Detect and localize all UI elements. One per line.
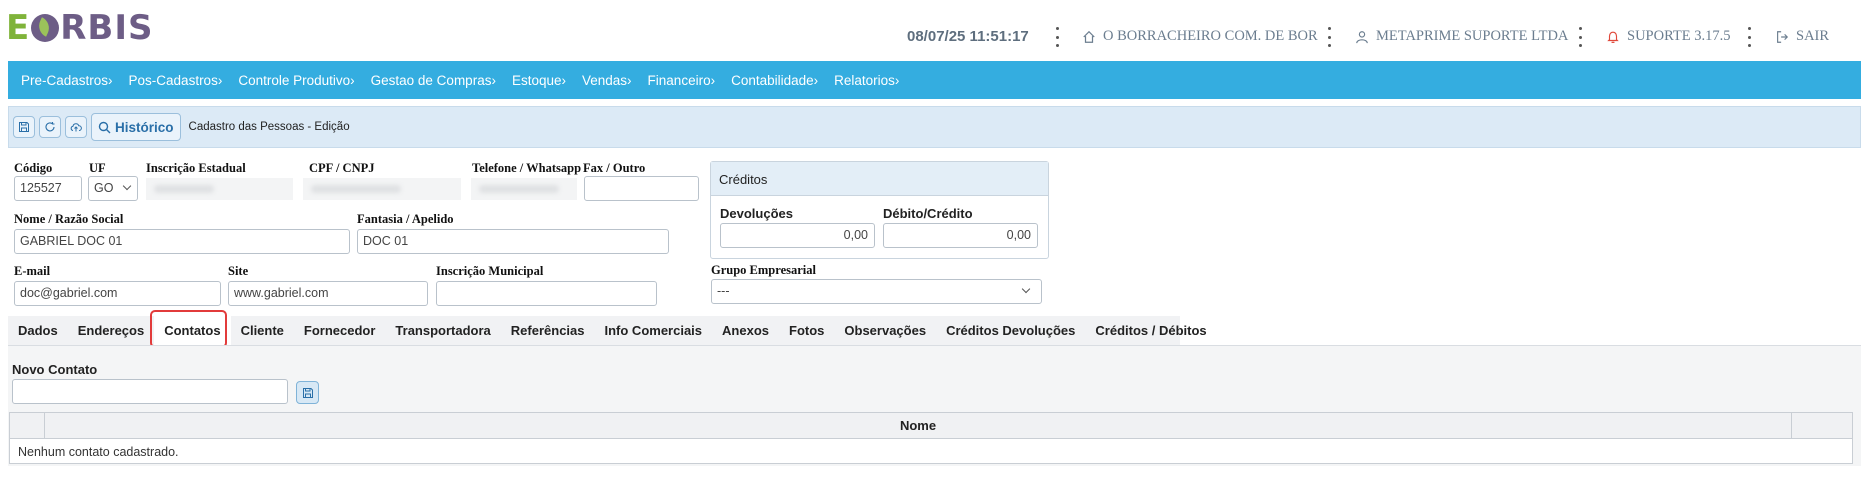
cloud-upload-button[interactable] <box>65 116 87 138</box>
inscricao-estadual-field[interactable] <box>146 178 293 200</box>
chevron-down-icon <box>1021 284 1031 294</box>
nav-item-gestao-de-compras[interactable]: Gestao de Compras› <box>371 73 496 88</box>
history-button[interactable]: Histórico <box>91 113 181 141</box>
datetime-display: 08/07/25 11:51:17 <box>907 28 1029 45</box>
fax-label: Fax / Outro <box>583 161 646 175</box>
kebab-menu-icon[interactable] <box>1577 27 1583 47</box>
active-tab-highlight <box>150 310 227 348</box>
refresh-icon <box>45 122 55 132</box>
tab-enderecos[interactable]: Endereços <box>68 316 154 345</box>
company-selector[interactable]: O BORRACHEIRO COM. DE BOR <box>1082 28 1318 45</box>
logout-button[interactable]: SAIR <box>1775 28 1829 45</box>
form-toolbar: Histórico Cadastro das Pessoas - Edição <box>8 106 1861 148</box>
fax-field[interactable] <box>584 176 699 201</box>
user-name: METAPRIME SUPORTE LTDA <box>1376 28 1569 44</box>
kebab-menu-icon[interactable] <box>1746 27 1752 47</box>
tab-cliente[interactable]: Cliente <box>231 316 294 345</box>
fantasia-field[interactable]: DOC 01 <box>357 229 669 254</box>
form-title: Cadastro das Pessoas - Edição <box>188 121 350 133</box>
save-contact-button[interactable] <box>296 381 319 404</box>
tab-observacoes[interactable]: Observações <box>834 316 936 345</box>
email-field[interactable]: doc@gabriel.com <box>14 281 221 306</box>
tab-referencias[interactable]: Referências <box>501 316 595 345</box>
user-menu[interactable]: METAPRIME SUPORTE LTDA <box>1355 28 1568 45</box>
logout-icon <box>1777 30 1789 43</box>
nav-item-pos-cadastros[interactable]: Pos-Cadastros› <box>129 73 223 88</box>
grupo-empresarial-value: --- <box>717 284 730 298</box>
site-label: Site <box>228 264 249 278</box>
tab-fornecedor[interactable]: Fornecedor <box>294 316 386 345</box>
logout-label: SAIR <box>1796 28 1830 44</box>
devolucoes-label: Devoluções <box>720 206 793 221</box>
tab-dados[interactable]: Dados <box>8 316 68 345</box>
email-label: E-mail <box>14 264 51 278</box>
novo-contato-field[interactable] <box>12 379 288 404</box>
codigo-field[interactable]: 125527 <box>14 176 82 201</box>
bell-icon <box>1607 31 1619 43</box>
nav-item-financeiro[interactable]: Financeiro› <box>648 73 716 88</box>
tab-info-comerciais[interactable]: Info Comerciais <box>595 316 713 345</box>
uf-value: GO <box>94 181 114 195</box>
nav-item-pre-cadastros[interactable]: Pre-Cadastros› <box>21 73 113 88</box>
kebab-menu-icon[interactable] <box>1326 27 1332 47</box>
tab-creditos-debitos[interactable]: Créditos / Débitos <box>1085 316 1216 345</box>
chevron-down-icon <box>122 181 132 191</box>
nav-item-controle-produtivo[interactable]: Controle Produtivo› <box>238 73 354 88</box>
nav-item-contabilidade[interactable]: Contabilidade› <box>731 73 818 88</box>
save-icon <box>19 122 29 132</box>
tab-transportadora[interactable]: Transportadora <box>385 316 500 345</box>
contacts-table: Nome Nenhum contato cadastrado. <box>9 412 1853 464</box>
column-header-nome[interactable]: Nome <box>45 413 1792 439</box>
telefone-label: Telefone / Whatsapp <box>472 161 582 175</box>
nav-item-estoque[interactable]: Estoque› <box>512 73 566 88</box>
tab-anexos[interactable]: Anexos <box>712 316 779 345</box>
logo-orb-icon <box>31 14 60 42</box>
telefone-field[interactable] <box>471 178 577 200</box>
select-column-header[interactable] <box>10 413 45 439</box>
logo-text: RBIS <box>60 8 154 48</box>
grupo-empresarial-select[interactable]: --- <box>711 279 1042 304</box>
empty-message: Nenhum contato cadastrado. <box>18 445 179 459</box>
fantasia-label: Fantasia / Apelido <box>357 212 454 226</box>
uf-select[interactable]: GO <box>88 176 138 201</box>
cpf-cnpj-field[interactable] <box>303 178 461 200</box>
app-logo[interactable]: E RBIS <box>6 8 153 48</box>
grupo-empresarial-label: Grupo Empresarial <box>711 263 816 277</box>
company-name: O BORRACHEIRO COM. DE BOR <box>1103 28 1318 44</box>
refresh-button[interactable] <box>39 116 61 138</box>
nome-field[interactable]: GABRIEL DOC 01 <box>14 229 350 254</box>
devolucoes-field[interactable]: 0,00 <box>720 223 875 248</box>
tab-creditos-devolucoes[interactable]: Créditos Devoluções <box>936 316 1085 345</box>
kebab-menu-icon[interactable] <box>1054 27 1060 47</box>
nav-item-vendas[interactable]: Vendas› <box>582 73 632 88</box>
inscricao-municipal-label: Inscrição Municipal <box>436 264 544 278</box>
main-nav: Pre-Cadastros› Pos-Cadastros› Controle P… <box>8 61 1861 99</box>
support-version[interactable]: SUPORTE 3.17.5 <box>1606 28 1730 45</box>
page: E RBIS 08/07/25 11:51:17 O BORRACHEIRO C… <box>0 0 1869 478</box>
user-icon <box>1356 30 1368 43</box>
table-header: Nome <box>10 413 1852 439</box>
debito-credito-label: Débito/Crédito <box>883 206 973 221</box>
history-label: Histórico <box>115 119 174 135</box>
save-icon <box>302 387 313 398</box>
uf-label: UF <box>89 161 106 175</box>
inscricao-estadual-label: Inscrição Estadual <box>146 161 246 175</box>
cpf-cnpj-label: CPF / CNPJ <box>309 161 375 175</box>
novo-contato-label: Novo Contato <box>12 362 98 377</box>
inscricao-municipal-field[interactable] <box>436 281 657 306</box>
tab-fotos[interactable]: Fotos <box>779 316 834 345</box>
site-field[interactable]: www.gabriel.com <box>228 281 428 306</box>
nav-item-relatorios[interactable]: Relatorios› <box>834 73 899 88</box>
home-icon <box>1083 30 1095 43</box>
credits-title: Créditos <box>711 162 1048 196</box>
nome-label: Nome / Razão Social <box>14 212 124 226</box>
save-button[interactable] <box>13 116 35 138</box>
logo-letter-e: E <box>6 8 31 48</box>
debito-credito-field[interactable]: 0,00 <box>883 223 1038 248</box>
search-icon <box>98 121 111 133</box>
codigo-label: Código <box>14 161 53 175</box>
cloud-upload-icon <box>70 123 82 132</box>
version-label: SUPORTE 3.17.5 <box>1627 28 1731 44</box>
